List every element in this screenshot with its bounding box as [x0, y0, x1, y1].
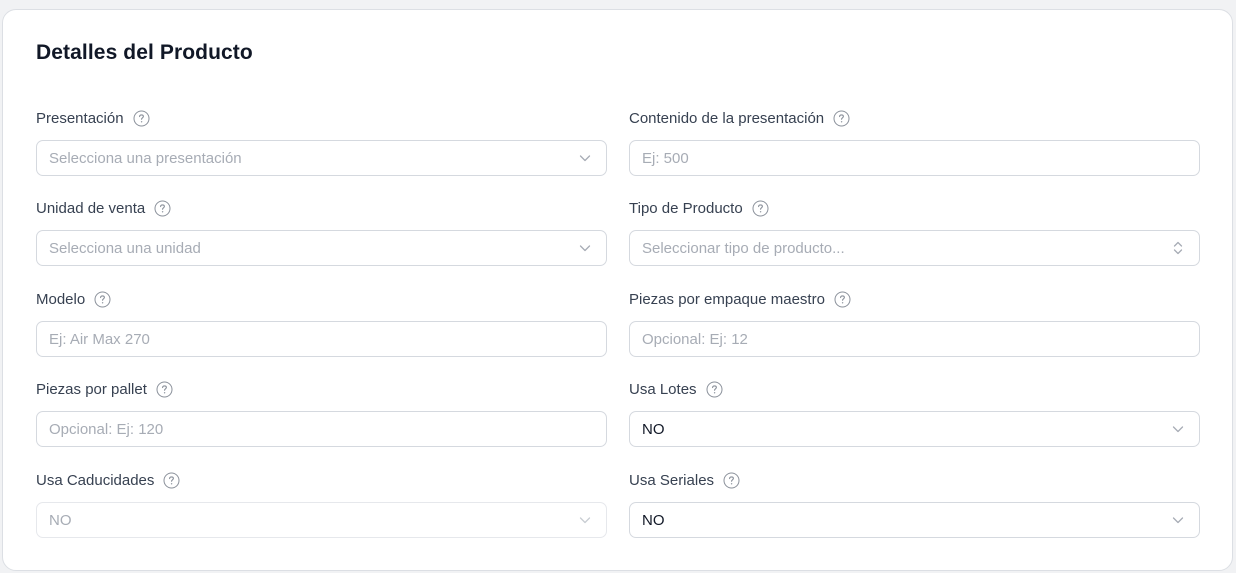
modelo-label: Modelo — [36, 290, 86, 308]
contenido-placeholder: Ej: 500 — [642, 149, 689, 167]
help-circle-icon[interactable] — [834, 291, 851, 308]
tipo-producto-placeholder: Seleccionar tipo de producto... — [642, 239, 845, 257]
help-circle-icon[interactable] — [156, 381, 173, 398]
contenido-label: Contenido de la presentación — [629, 109, 825, 127]
presentacion-label: Presentación — [36, 109, 124, 127]
piezas-empaque-placeholder: Opcional: Ej: 12 — [642, 330, 748, 348]
piezas-empaque-label: Piezas por empaque maestro — [629, 290, 825, 308]
card-title: Detalles del Producto — [36, 41, 253, 64]
usa-lotes-value: NO — [642, 420, 665, 438]
help-circle-icon[interactable] — [133, 110, 150, 127]
field-piezas-empaque: Piezas por empaque maestro Opcional: Ej:… — [629, 289, 1200, 357]
chevron-down-icon — [578, 241, 592, 255]
help-circle-icon[interactable] — [723, 472, 740, 489]
help-circle-icon[interactable] — [163, 472, 180, 489]
usa-seriales-select[interactable]: NO — [629, 502, 1200, 538]
usa-caducidades-value: NO — [49, 511, 72, 529]
help-circle-icon[interactable] — [706, 381, 723, 398]
field-tipo-producto: Tipo de Producto Seleccionar tipo de pro… — [629, 198, 1200, 266]
modelo-placeholder: Ej: Air Max 270 — [49, 330, 150, 348]
field-presentacion: Presentación Selecciona una presentación — [36, 108, 607, 176]
help-circle-icon[interactable] — [752, 200, 769, 217]
chevron-down-icon — [578, 513, 592, 527]
usa-seriales-value: NO — [642, 511, 665, 529]
usa-lotes-label: Usa Lotes — [629, 380, 697, 398]
help-circle-icon[interactable] — [154, 200, 171, 217]
chevron-up-down-icon — [1171, 241, 1185, 255]
presentacion-placeholder: Selecciona una presentación — [49, 149, 242, 167]
help-circle-icon[interactable] — [833, 110, 850, 127]
field-usa-lotes: Usa Lotes NO — [629, 379, 1200, 447]
usa-lotes-select[interactable]: NO — [629, 411, 1200, 447]
contenido-input[interactable]: Ej: 500 — [629, 140, 1200, 176]
chevron-down-icon — [1171, 422, 1185, 436]
piezas-empaque-input[interactable]: Opcional: Ej: 12 — [629, 321, 1200, 357]
unidad-venta-placeholder: Selecciona una unidad — [49, 239, 201, 257]
field-piezas-pallet: Piezas por pallet Opcional: Ej: 120 — [36, 379, 607, 447]
tipo-producto-combobox[interactable]: Seleccionar tipo de producto... — [629, 230, 1200, 266]
field-usa-caducidades: Usa Caducidades NO — [36, 470, 607, 538]
tipo-producto-label: Tipo de Producto — [629, 199, 743, 217]
unidad-venta-label: Unidad de venta — [36, 199, 146, 217]
help-circle-icon[interactable] — [94, 291, 111, 308]
field-modelo: Modelo Ej: Air Max 270 — [36, 289, 607, 357]
modelo-input[interactable]: Ej: Air Max 270 — [36, 321, 607, 357]
piezas-pallet-placeholder: Opcional: Ej: 120 — [49, 420, 164, 438]
unidad-venta-select[interactable]: Selecciona una unidad — [36, 230, 607, 266]
field-usa-seriales: Usa Seriales NO — [629, 470, 1200, 538]
piezas-pallet-input[interactable]: Opcional: Ej: 120 — [36, 411, 607, 447]
chevron-down-icon — [1171, 513, 1185, 527]
piezas-pallet-label: Piezas por pallet — [36, 380, 147, 398]
field-contenido: Contenido de la presentación Ej: 500 — [629, 108, 1200, 176]
presentacion-select[interactable]: Selecciona una presentación — [36, 140, 607, 176]
field-unidad-venta: Unidad de venta Selecciona una unidad — [36, 198, 607, 266]
product-details-card: Detalles del Producto Presentación Selec… — [2, 9, 1233, 571]
chevron-down-icon — [578, 151, 592, 165]
usa-caducidades-select: NO — [36, 502, 607, 538]
usa-caducidades-label: Usa Caducidades — [36, 471, 155, 489]
usa-seriales-label: Usa Seriales — [629, 471, 715, 489]
